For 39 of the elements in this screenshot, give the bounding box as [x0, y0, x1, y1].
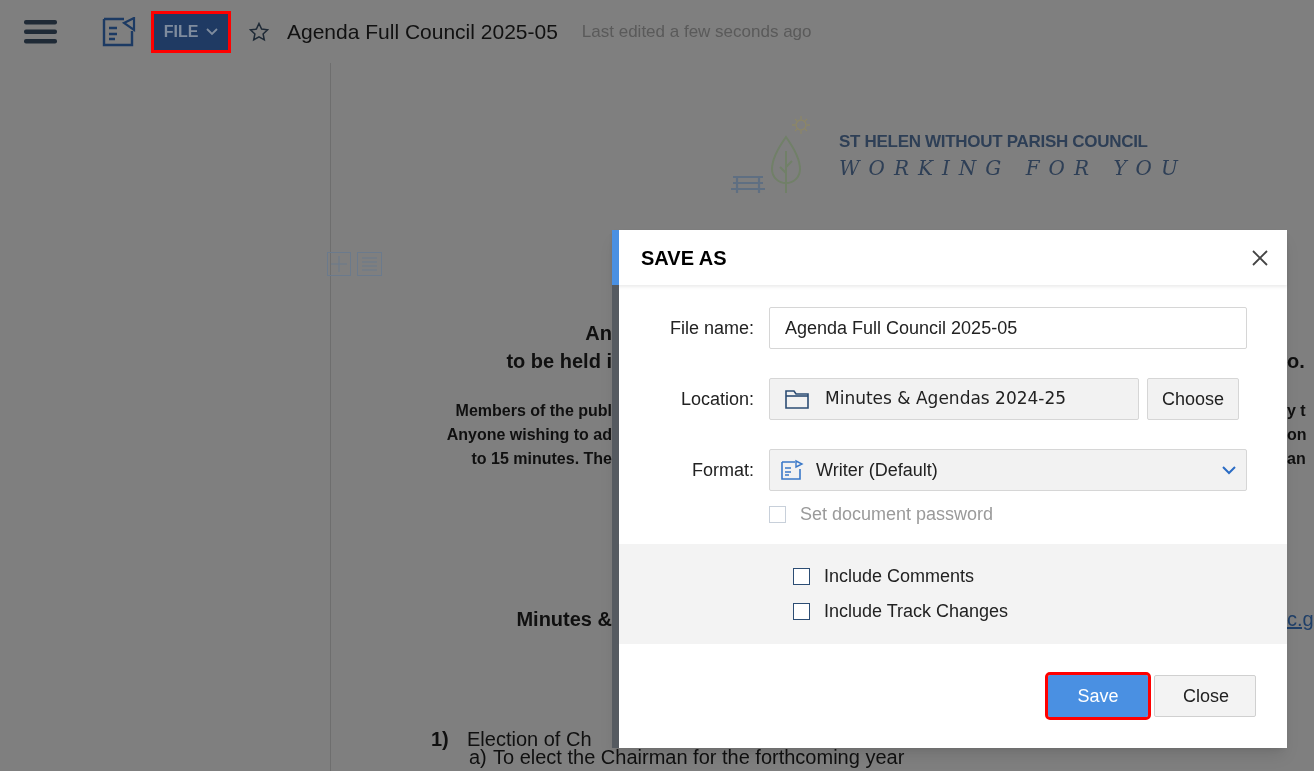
document-text: an — [1287, 449, 1306, 469]
password-option-label: Set document password — [800, 503, 994, 526]
choose-button[interactable]: Choose — [1147, 378, 1240, 420]
document-text: o. — [1287, 349, 1305, 374]
chevron-down-icon — [206, 27, 219, 36]
field-label: File name: — [668, 316, 755, 340]
close-icon[interactable] — [1251, 248, 1269, 267]
document-icon — [780, 459, 804, 481]
format-dropdown[interactable]: Writer (Default) — [769, 449, 1247, 491]
option-label: Include Comments — [824, 565, 975, 588]
document-title: Agenda Full Council 2025-05 — [287, 18, 558, 45]
logo-tagline: WORKING FOR YOU — [839, 155, 1187, 182]
document-icon[interactable] — [102, 16, 136, 47]
close-button[interactable]: Close — [1154, 675, 1256, 717]
list-text: Election of Ch — [467, 730, 592, 748]
chevron-down-icon — [1222, 465, 1236, 475]
dialog-title: SAVE AS — [641, 245, 728, 271]
menu-icon[interactable] — [24, 19, 57, 44]
list-text: To elect the Chairman for the forthcoming year — [493, 748, 905, 766]
document-text: Anyone wishing to ad — [446, 425, 612, 445]
checkbox[interactable] — [793, 603, 810, 620]
document-text: to be held i — [506, 349, 612, 374]
document-text: An — [585, 321, 612, 346]
file-name-field[interactable]: Agenda Full Council 2025-05 — [769, 307, 1247, 349]
logo-name: ST HELEN WITHOUT PARISH COUNCIL — [839, 131, 1149, 153]
document-text: to 15 minutes. The — [471, 449, 612, 469]
location-field[interactable]: Minutes & Agendas 2024-25 — [769, 378, 1139, 420]
document-text: y t — [1287, 401, 1306, 421]
document-text: Members of the publ — [455, 401, 612, 421]
field-label: Format: — [691, 458, 755, 482]
document-text: Minutes & — [516, 607, 612, 632]
list-number: a) — [469, 748, 488, 766]
folder-icon — [785, 389, 809, 409]
option-label: Include Track Changes — [824, 600, 1009, 623]
checkbox[interactable] — [793, 568, 810, 585]
list-number: 1) — [431, 730, 450, 748]
document-text: on — [1287, 425, 1307, 445]
star-icon[interactable] — [249, 21, 269, 42]
field-label: Location: — [679, 387, 755, 411]
